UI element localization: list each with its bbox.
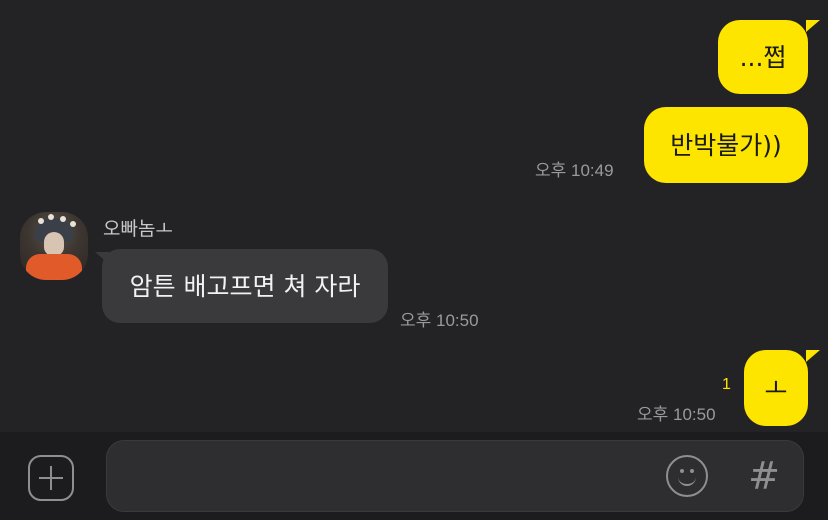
message-text: ...쩝	[739, 42, 787, 72]
plus-icon[interactable]	[28, 455, 74, 501]
message-text: 암튼 배고프면 쳐 자라	[129, 271, 361, 301]
my-message-bubble[interactable]: 반박불가))	[644, 107, 808, 183]
message-text: ㅗ	[764, 373, 788, 403]
unread-count: 1	[722, 376, 731, 393]
message-timestamp: 오후 10:49	[535, 161, 614, 180]
bubble-tail	[806, 350, 820, 362]
sender-name: 오빠놈ㅗ	[103, 218, 173, 240]
emoji-icon[interactable]	[666, 455, 708, 497]
avatar[interactable]	[20, 212, 88, 280]
message-timestamp: 오후 10:50	[400, 311, 479, 330]
chat-area[interactable]: ...쩝 오후 10:49 반박불가)) 오빠놈ㅗ 암튼 배고프면 쳐 자라 오…	[0, 0, 828, 432]
message-timestamp: 오후 10:50	[637, 405, 716, 424]
my-message-bubble[interactable]: ㅗ	[744, 350, 808, 426]
other-message-bubble[interactable]: 암튼 배고프면 쳐 자라	[102, 249, 388, 323]
message-text: 반박불가))	[670, 130, 782, 160]
hashtag-icon[interactable]: #	[744, 452, 784, 500]
my-message-bubble[interactable]: ...쩝	[718, 20, 808, 94]
bubble-tail	[806, 20, 820, 32]
